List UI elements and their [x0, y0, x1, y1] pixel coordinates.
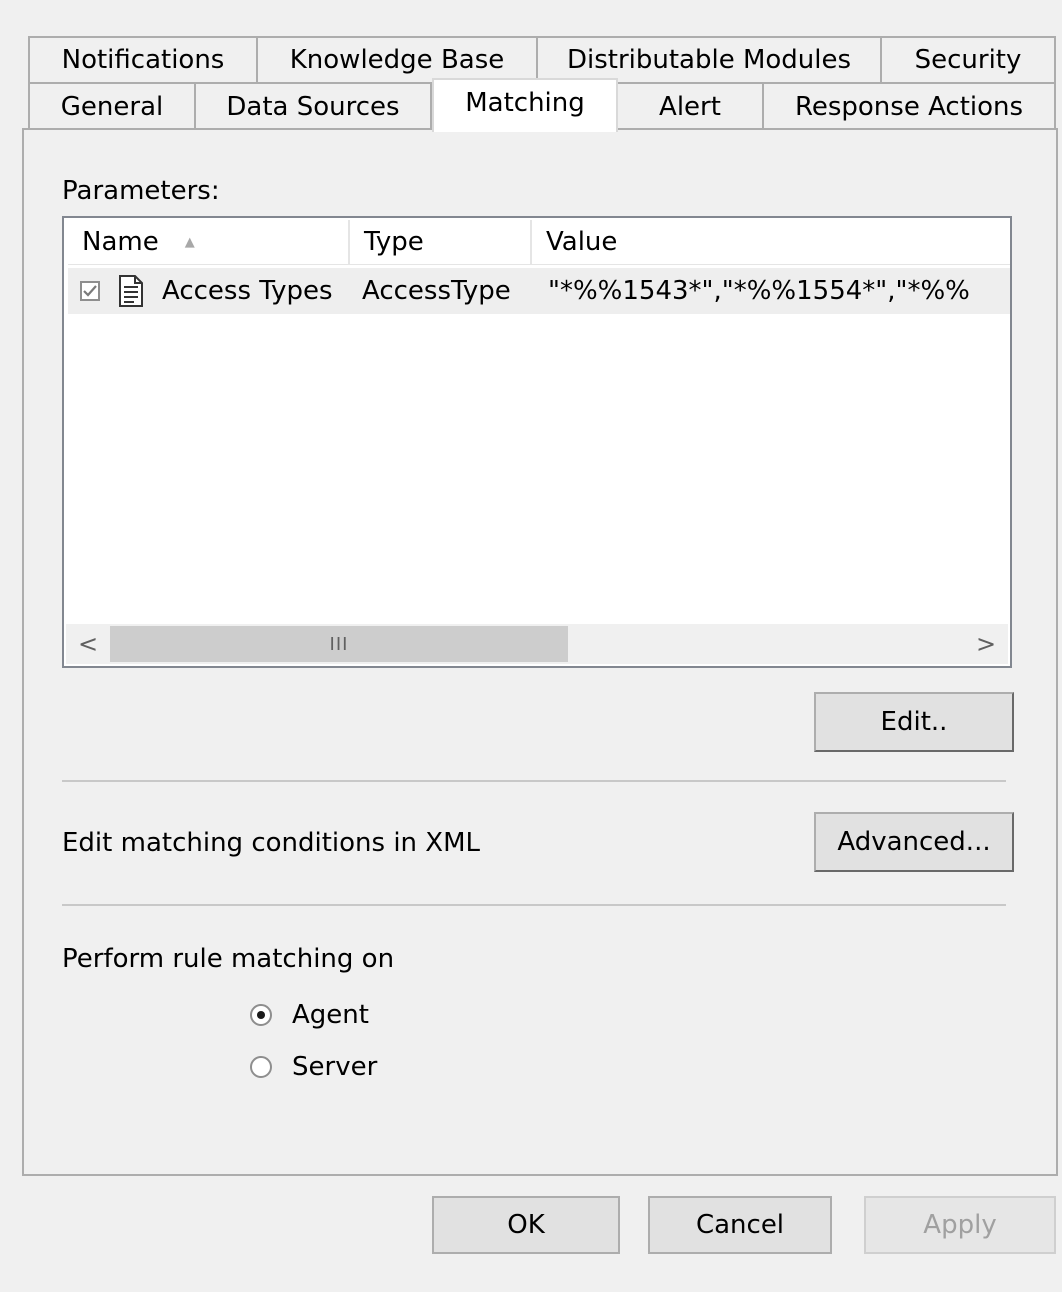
document-icon: [119, 275, 143, 307]
tab-distributable-modules[interactable]: Distributable Modules: [536, 36, 882, 82]
tab-label: Security: [914, 45, 1022, 75]
row-checkbox[interactable]: [80, 268, 104, 314]
row-name: Access Types: [162, 276, 333, 306]
tab-general[interactable]: General: [28, 82, 196, 130]
row-icon: [118, 268, 150, 314]
agent-radio-label[interactable]: Agent: [292, 1000, 369, 1030]
scroll-left-button[interactable]: <: [66, 624, 110, 664]
tab-data-sources[interactable]: Data Sources: [194, 82, 432, 130]
grip-icon: III: [329, 633, 349, 655]
xml-conditions-label: Edit matching conditions in XML: [62, 828, 481, 858]
tab-notifications[interactable]: Notifications: [28, 36, 258, 82]
tab-security[interactable]: Security: [880, 36, 1056, 82]
advanced-button[interactable]: Advanced...: [814, 812, 1014, 872]
scroll-right-button[interactable]: >: [964, 624, 1008, 664]
tab-label: Distributable Modules: [566, 45, 852, 75]
divider: [62, 904, 1006, 906]
horizontal-scrollbar[interactable]: < III >: [66, 624, 1008, 664]
tab-response-actions[interactable]: Response Actions: [762, 82, 1056, 130]
column-header-name[interactable]: Name ▲: [68, 220, 350, 264]
column-header-value[interactable]: Value: [532, 220, 1014, 264]
list-header: Name ▲ Type Value: [68, 220, 1010, 265]
ok-button[interactable]: OK: [432, 1196, 620, 1254]
cancel-button[interactable]: Cancel: [648, 1196, 832, 1254]
tab-label: Data Sources: [226, 92, 400, 122]
scroll-thumb[interactable]: III: [110, 626, 568, 662]
tab-knowledge-base[interactable]: Knowledge Base: [256, 36, 538, 82]
apply-button[interactable]: Apply: [864, 1196, 1056, 1254]
column-label: Value: [546, 227, 618, 257]
tab-label: Notifications: [61, 45, 225, 75]
sort-ascending-icon: ▲: [184, 234, 195, 250]
tab-label: Knowledge Base: [289, 45, 505, 75]
tab-label: Matching: [465, 88, 585, 118]
tab-alert[interactable]: Alert: [616, 82, 764, 130]
checkbox-checked-icon: [80, 281, 100, 301]
tab-label: Alert: [659, 92, 721, 122]
server-radio[interactable]: [250, 1056, 272, 1078]
parameters-list[interactable]: Name ▲ Type Value Access Types AccessTyp…: [62, 216, 1012, 668]
parameters-label: Parameters:: [62, 176, 220, 206]
column-header-type[interactable]: Type: [350, 220, 532, 264]
edit-button[interactable]: Edit..: [814, 692, 1014, 752]
column-label: Type: [364, 227, 424, 257]
tab-label: Response Actions: [794, 92, 1024, 122]
column-label: Name: [82, 227, 159, 257]
tab-label: General: [60, 92, 164, 122]
rule-matching-label: Perform rule matching on: [62, 944, 395, 974]
agent-radio[interactable]: [250, 1004, 272, 1026]
table-row[interactable]: Access Types AccessType "*%%1543*","*%%1…: [68, 268, 1010, 314]
server-radio-label[interactable]: Server: [292, 1052, 377, 1082]
tab-matching[interactable]: Matching: [432, 78, 618, 132]
row-type: AccessType: [362, 276, 511, 306]
row-value: "*%%1543*","*%%1554*","*%%: [548, 276, 970, 306]
divider: [62, 780, 1006, 782]
